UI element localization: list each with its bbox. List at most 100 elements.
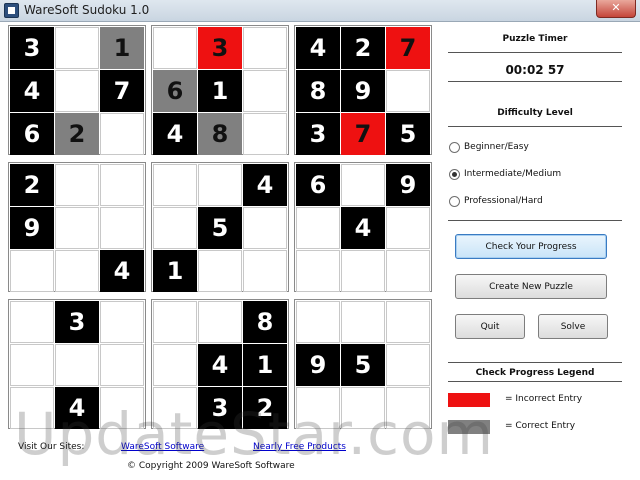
sudoku-cell[interactable] [100, 113, 144, 155]
sudoku-cell[interactable] [55, 27, 99, 69]
sudoku-cell[interactable] [153, 344, 197, 386]
sudoku-cell[interactable] [198, 164, 242, 206]
sudoku-cell[interactable] [153, 207, 197, 249]
solve-button[interactable]: Solve [538, 314, 608, 339]
sudoku-cell: 9 [386, 164, 430, 206]
sudoku-cell: 2 [243, 387, 287, 429]
sudoku-cell: 4 [341, 207, 385, 249]
difficulty-option-hard[interactable]: Professional/Hard [449, 194, 543, 208]
sudoku-cell[interactable] [55, 250, 99, 292]
sudoku-cell: 3 [296, 113, 340, 155]
sudoku-cell[interactable] [10, 250, 54, 292]
sudoku-cell[interactable] [55, 164, 99, 206]
sudoku-cell[interactable] [386, 387, 430, 429]
legend-swatch-incorrect [448, 393, 490, 407]
sudoku-cell[interactable] [153, 27, 197, 69]
sudoku-box: 451 [151, 162, 289, 292]
sudoku-box: 84132 [151, 299, 289, 429]
sudoku-box: 36148 [151, 25, 289, 155]
sudoku-cell: 1 [243, 344, 287, 386]
sudoku-cell: 8 [296, 70, 340, 112]
check-progress-button[interactable]: Check Your Progress [455, 234, 607, 259]
sudoku-cell[interactable] [341, 387, 385, 429]
sudoku-cell[interactable] [296, 387, 340, 429]
copyright-text: © Copyright 2009 WareSoft Software [127, 461, 295, 471]
sudoku-cell: 3 [198, 387, 242, 429]
sudoku-cell[interactable] [153, 301, 197, 343]
sudoku-cell: 9 [10, 207, 54, 249]
sudoku-cell[interactable] [10, 387, 54, 429]
timer-value: 00:02 57 [505, 63, 565, 77]
sudoku-cell[interactable] [243, 207, 287, 249]
sudoku-cell[interactable] [243, 113, 287, 155]
radio-checked-icon[interactable] [449, 168, 460, 180]
sudoku-cell: 5 [198, 207, 242, 249]
sudoku-cell[interactable] [100, 164, 144, 206]
sudoku-cell[interactable]: 1 [100, 27, 144, 69]
sudoku-cell[interactable] [100, 301, 144, 343]
sudoku-cell[interactable] [341, 164, 385, 206]
difficulty-label: Beginner/Easy [464, 142, 529, 152]
sudoku-cell: 4 [296, 27, 340, 69]
sudoku-cell: 4 [55, 387, 99, 429]
create-new-puzzle-button[interactable]: Create New Puzzle [455, 274, 607, 299]
difficulty-option-easy[interactable]: Beginner/Easy [449, 140, 529, 154]
sudoku-cell[interactable] [341, 250, 385, 292]
app-icon [4, 3, 19, 18]
sudoku-cell[interactable] [386, 250, 430, 292]
sudoku-cell[interactable] [341, 301, 385, 343]
legend-label-incorrect: = Incorrect Entry [505, 394, 583, 404]
divider [448, 381, 622, 382]
waresoft-link[interactable]: WareSoft Software [121, 442, 204, 452]
sudoku-cell[interactable]: 7 [341, 113, 385, 155]
radio-icon[interactable] [449, 195, 460, 207]
sudoku-box: 34 [8, 299, 146, 429]
sudoku-cell[interactable] [198, 301, 242, 343]
sudoku-cell[interactable] [10, 344, 54, 386]
sudoku-cell[interactable] [386, 344, 430, 386]
sudoku-cell[interactable] [55, 344, 99, 386]
sudoku-cell[interactable] [243, 70, 287, 112]
sudoku-cell[interactable] [296, 301, 340, 343]
sudoku-cell[interactable] [100, 207, 144, 249]
sudoku-cell[interactable] [386, 70, 430, 112]
divider [448, 52, 622, 53]
legend-label-correct: = Correct Entry [505, 421, 576, 431]
sudoku-cell[interactable] [153, 387, 197, 429]
sudoku-cell[interactable]: 8 [198, 113, 242, 155]
nearly-free-link[interactable]: Nearly Free Products [253, 442, 346, 452]
sudoku-cell[interactable] [198, 250, 242, 292]
sudoku-cell[interactable] [296, 250, 340, 292]
difficulty-option-medium[interactable]: Intermediate/Medium [449, 167, 561, 181]
legend-swatch-correct [448, 420, 490, 434]
sudoku-cell[interactable]: 7 [386, 27, 430, 69]
sudoku-cell: 3 [10, 27, 54, 69]
sudoku-cell[interactable] [386, 301, 430, 343]
sudoku-cell: 7 [100, 70, 144, 112]
sudoku-cell[interactable]: 3 [198, 27, 242, 69]
sudoku-cell[interactable] [55, 70, 99, 112]
quit-button[interactable]: Quit [455, 314, 525, 339]
sudoku-cell[interactable] [10, 301, 54, 343]
sudoku-box: 6 94 [294, 162, 432, 292]
sudoku-cell[interactable]: 6 [153, 70, 197, 112]
sudoku-cell[interactable] [153, 164, 197, 206]
sudoku-cell[interactable] [100, 387, 144, 429]
sudoku-cell[interactable]: 2 [55, 113, 99, 155]
difficulty-heading: Difficulty Level [497, 108, 573, 118]
divider [448, 81, 622, 82]
sudoku-cell: 1 [153, 250, 197, 292]
timer-heading: Puzzle Timer [502, 34, 568, 44]
sudoku-cell[interactable] [386, 207, 430, 249]
sudoku-cell[interactable] [100, 344, 144, 386]
sudoku-cell[interactable] [243, 27, 287, 69]
radio-icon[interactable] [449, 141, 460, 153]
sudoku-cell[interactable] [55, 207, 99, 249]
close-button[interactable]: ✕ [596, 0, 636, 18]
sudoku-cell: 1 [198, 70, 242, 112]
sudoku-cell: 6 [296, 164, 340, 206]
sudoku-cell[interactable] [243, 250, 287, 292]
title-bar: WareSoft Sudoku 1.0 ✕ [0, 0, 640, 22]
sudoku-cell[interactable] [296, 207, 340, 249]
sudoku-cell: 5 [386, 113, 430, 155]
